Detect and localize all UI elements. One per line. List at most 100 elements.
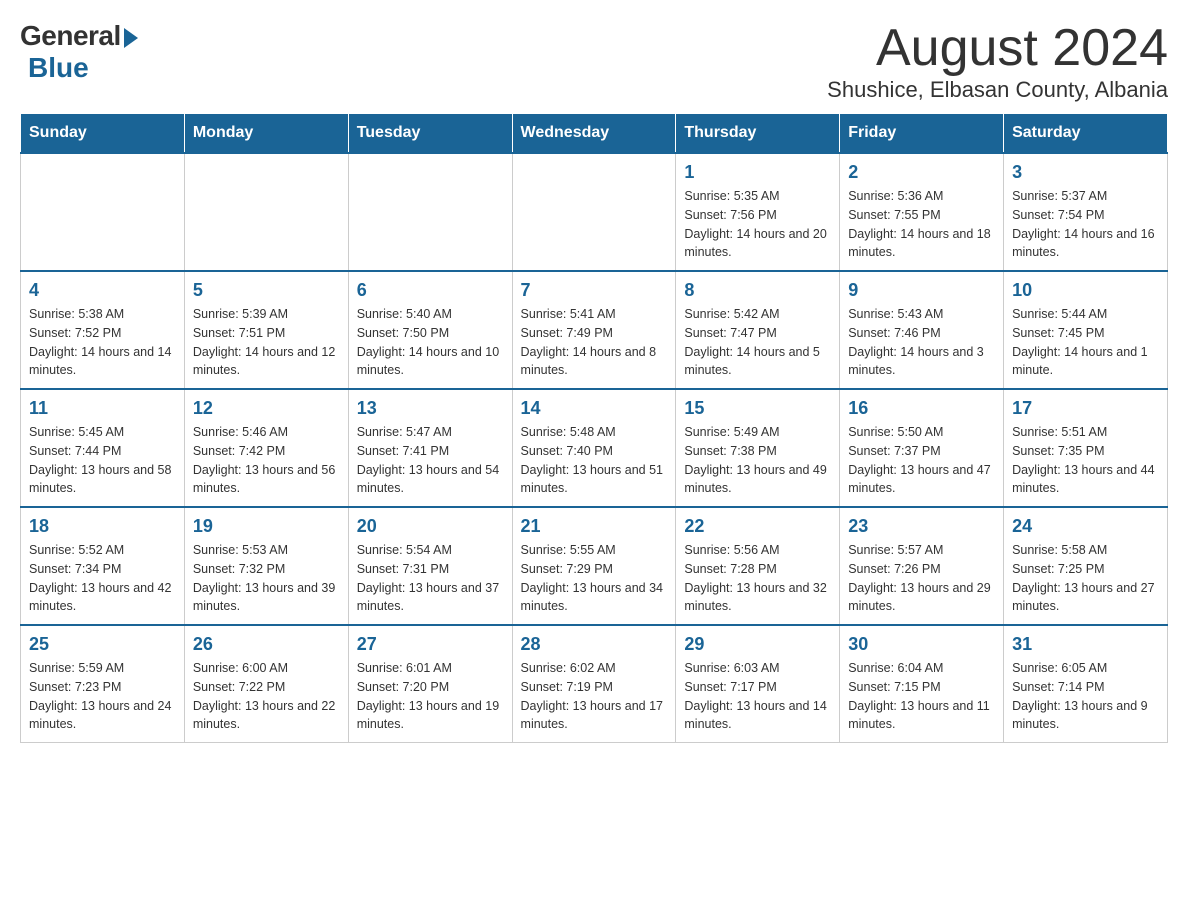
cell-info: Sunrise: 5:38 AMSunset: 7:52 PMDaylight:… (29, 305, 176, 380)
calendar-cell: 7 Sunrise: 5:41 AMSunset: 7:49 PMDayligh… (512, 271, 676, 389)
cell-info: Sunrise: 5:54 AMSunset: 7:31 PMDaylight:… (357, 541, 504, 616)
header-friday: Friday (840, 114, 1004, 154)
calendar-cell: 18 Sunrise: 5:52 AMSunset: 7:34 PMDaylig… (21, 507, 185, 625)
cell-info: Sunrise: 5:45 AMSunset: 7:44 PMDaylight:… (29, 423, 176, 498)
cell-day-number: 23 (848, 516, 995, 537)
cell-info: Sunrise: 5:39 AMSunset: 7:51 PMDaylight:… (193, 305, 340, 380)
calendar-cell: 25 Sunrise: 5:59 AMSunset: 7:23 PMDaylig… (21, 625, 185, 743)
calendar-header-row: Sunday Monday Tuesday Wednesday Thursday… (21, 114, 1168, 154)
cell-info: Sunrise: 5:44 AMSunset: 7:45 PMDaylight:… (1012, 305, 1159, 380)
header-monday: Monday (184, 114, 348, 154)
cell-info: Sunrise: 5:51 AMSunset: 7:35 PMDaylight:… (1012, 423, 1159, 498)
calendar-week-1: 1 Sunrise: 5:35 AMSunset: 7:56 PMDayligh… (21, 153, 1168, 271)
cell-day-number: 29 (684, 634, 831, 655)
cell-info: Sunrise: 5:48 AMSunset: 7:40 PMDaylight:… (521, 423, 668, 498)
calendar-table: Sunday Monday Tuesday Wednesday Thursday… (20, 113, 1168, 743)
cell-day-number: 3 (1012, 162, 1159, 183)
calendar-cell: 6 Sunrise: 5:40 AMSunset: 7:50 PMDayligh… (348, 271, 512, 389)
cell-day-number: 10 (1012, 280, 1159, 301)
cell-day-number: 6 (357, 280, 504, 301)
header-wednesday: Wednesday (512, 114, 676, 154)
cell-day-number: 17 (1012, 398, 1159, 419)
calendar-cell: 29 Sunrise: 6:03 AMSunset: 7:17 PMDaylig… (676, 625, 840, 743)
cell-day-number: 5 (193, 280, 340, 301)
calendar-cell (21, 153, 185, 271)
cell-day-number: 22 (684, 516, 831, 537)
page-subtitle: Shushice, Elbasan County, Albania (827, 77, 1168, 103)
calendar-cell: 31 Sunrise: 6:05 AMSunset: 7:14 PMDaylig… (1004, 625, 1168, 743)
header-saturday: Saturday (1004, 114, 1168, 154)
page-header: General Blue August 2024 Shushice, Elbas… (20, 20, 1168, 103)
calendar-cell: 28 Sunrise: 6:02 AMSunset: 7:19 PMDaylig… (512, 625, 676, 743)
cell-info: Sunrise: 5:41 AMSunset: 7:49 PMDaylight:… (521, 305, 668, 380)
cell-info: Sunrise: 5:58 AMSunset: 7:25 PMDaylight:… (1012, 541, 1159, 616)
header-sunday: Sunday (21, 114, 185, 154)
calendar-cell: 9 Sunrise: 5:43 AMSunset: 7:46 PMDayligh… (840, 271, 1004, 389)
calendar-cell: 19 Sunrise: 5:53 AMSunset: 7:32 PMDaylig… (184, 507, 348, 625)
cell-info: Sunrise: 6:04 AMSunset: 7:15 PMDaylight:… (848, 659, 995, 734)
logo-arrow-icon (124, 28, 138, 48)
cell-day-number: 25 (29, 634, 176, 655)
cell-day-number: 19 (193, 516, 340, 537)
calendar-cell: 8 Sunrise: 5:42 AMSunset: 7:47 PMDayligh… (676, 271, 840, 389)
cell-day-number: 18 (29, 516, 176, 537)
cell-info: Sunrise: 5:52 AMSunset: 7:34 PMDaylight:… (29, 541, 176, 616)
cell-day-number: 8 (684, 280, 831, 301)
cell-info: Sunrise: 5:49 AMSunset: 7:38 PMDaylight:… (684, 423, 831, 498)
calendar-cell: 26 Sunrise: 6:00 AMSunset: 7:22 PMDaylig… (184, 625, 348, 743)
cell-day-number: 13 (357, 398, 504, 419)
title-area: August 2024 Shushice, Elbasan County, Al… (827, 20, 1168, 103)
cell-info: Sunrise: 5:37 AMSunset: 7:54 PMDaylight:… (1012, 187, 1159, 262)
cell-info: Sunrise: 5:46 AMSunset: 7:42 PMDaylight:… (193, 423, 340, 498)
calendar-week-5: 25 Sunrise: 5:59 AMSunset: 7:23 PMDaylig… (21, 625, 1168, 743)
cell-day-number: 4 (29, 280, 176, 301)
cell-info: Sunrise: 5:59 AMSunset: 7:23 PMDaylight:… (29, 659, 176, 734)
cell-day-number: 9 (848, 280, 995, 301)
cell-info: Sunrise: 5:35 AMSunset: 7:56 PMDaylight:… (684, 187, 831, 262)
cell-info: Sunrise: 5:43 AMSunset: 7:46 PMDaylight:… (848, 305, 995, 380)
cell-day-number: 2 (848, 162, 995, 183)
cell-day-number: 31 (1012, 634, 1159, 655)
cell-info: Sunrise: 5:40 AMSunset: 7:50 PMDaylight:… (357, 305, 504, 380)
cell-info: Sunrise: 5:47 AMSunset: 7:41 PMDaylight:… (357, 423, 504, 498)
cell-info: Sunrise: 6:00 AMSunset: 7:22 PMDaylight:… (193, 659, 340, 734)
calendar-cell: 3 Sunrise: 5:37 AMSunset: 7:54 PMDayligh… (1004, 153, 1168, 271)
calendar-cell: 27 Sunrise: 6:01 AMSunset: 7:20 PMDaylig… (348, 625, 512, 743)
calendar-cell: 11 Sunrise: 5:45 AMSunset: 7:44 PMDaylig… (21, 389, 185, 507)
cell-info: Sunrise: 5:42 AMSunset: 7:47 PMDaylight:… (684, 305, 831, 380)
cell-info: Sunrise: 6:05 AMSunset: 7:14 PMDaylight:… (1012, 659, 1159, 734)
calendar-cell: 4 Sunrise: 5:38 AMSunset: 7:52 PMDayligh… (21, 271, 185, 389)
cell-day-number: 24 (1012, 516, 1159, 537)
calendar-week-2: 4 Sunrise: 5:38 AMSunset: 7:52 PMDayligh… (21, 271, 1168, 389)
page-title: August 2024 (827, 20, 1168, 77)
cell-info: Sunrise: 5:57 AMSunset: 7:26 PMDaylight:… (848, 541, 995, 616)
cell-info: Sunrise: 5:50 AMSunset: 7:37 PMDaylight:… (848, 423, 995, 498)
cell-day-number: 1 (684, 162, 831, 183)
cell-day-number: 21 (521, 516, 668, 537)
calendar-cell: 13 Sunrise: 5:47 AMSunset: 7:41 PMDaylig… (348, 389, 512, 507)
calendar-cell: 16 Sunrise: 5:50 AMSunset: 7:37 PMDaylig… (840, 389, 1004, 507)
cell-day-number: 12 (193, 398, 340, 419)
calendar-cell: 5 Sunrise: 5:39 AMSunset: 7:51 PMDayligh… (184, 271, 348, 389)
calendar-week-3: 11 Sunrise: 5:45 AMSunset: 7:44 PMDaylig… (21, 389, 1168, 507)
calendar-cell: 12 Sunrise: 5:46 AMSunset: 7:42 PMDaylig… (184, 389, 348, 507)
logo: General Blue (20, 20, 138, 84)
cell-day-number: 14 (521, 398, 668, 419)
calendar-cell: 23 Sunrise: 5:57 AMSunset: 7:26 PMDaylig… (840, 507, 1004, 625)
calendar-week-4: 18 Sunrise: 5:52 AMSunset: 7:34 PMDaylig… (21, 507, 1168, 625)
calendar-cell (512, 153, 676, 271)
calendar-cell: 24 Sunrise: 5:58 AMSunset: 7:25 PMDaylig… (1004, 507, 1168, 625)
cell-info: Sunrise: 6:02 AMSunset: 7:19 PMDaylight:… (521, 659, 668, 734)
cell-day-number: 11 (29, 398, 176, 419)
calendar-cell: 2 Sunrise: 5:36 AMSunset: 7:55 PMDayligh… (840, 153, 1004, 271)
header-thursday: Thursday (676, 114, 840, 154)
cell-day-number: 28 (521, 634, 668, 655)
calendar-cell: 21 Sunrise: 5:55 AMSunset: 7:29 PMDaylig… (512, 507, 676, 625)
calendar-cell (184, 153, 348, 271)
cell-day-number: 27 (357, 634, 504, 655)
header-tuesday: Tuesday (348, 114, 512, 154)
calendar-cell: 30 Sunrise: 6:04 AMSunset: 7:15 PMDaylig… (840, 625, 1004, 743)
logo-general-text: General (20, 20, 121, 52)
cell-info: Sunrise: 5:53 AMSunset: 7:32 PMDaylight:… (193, 541, 340, 616)
calendar-cell: 17 Sunrise: 5:51 AMSunset: 7:35 PMDaylig… (1004, 389, 1168, 507)
